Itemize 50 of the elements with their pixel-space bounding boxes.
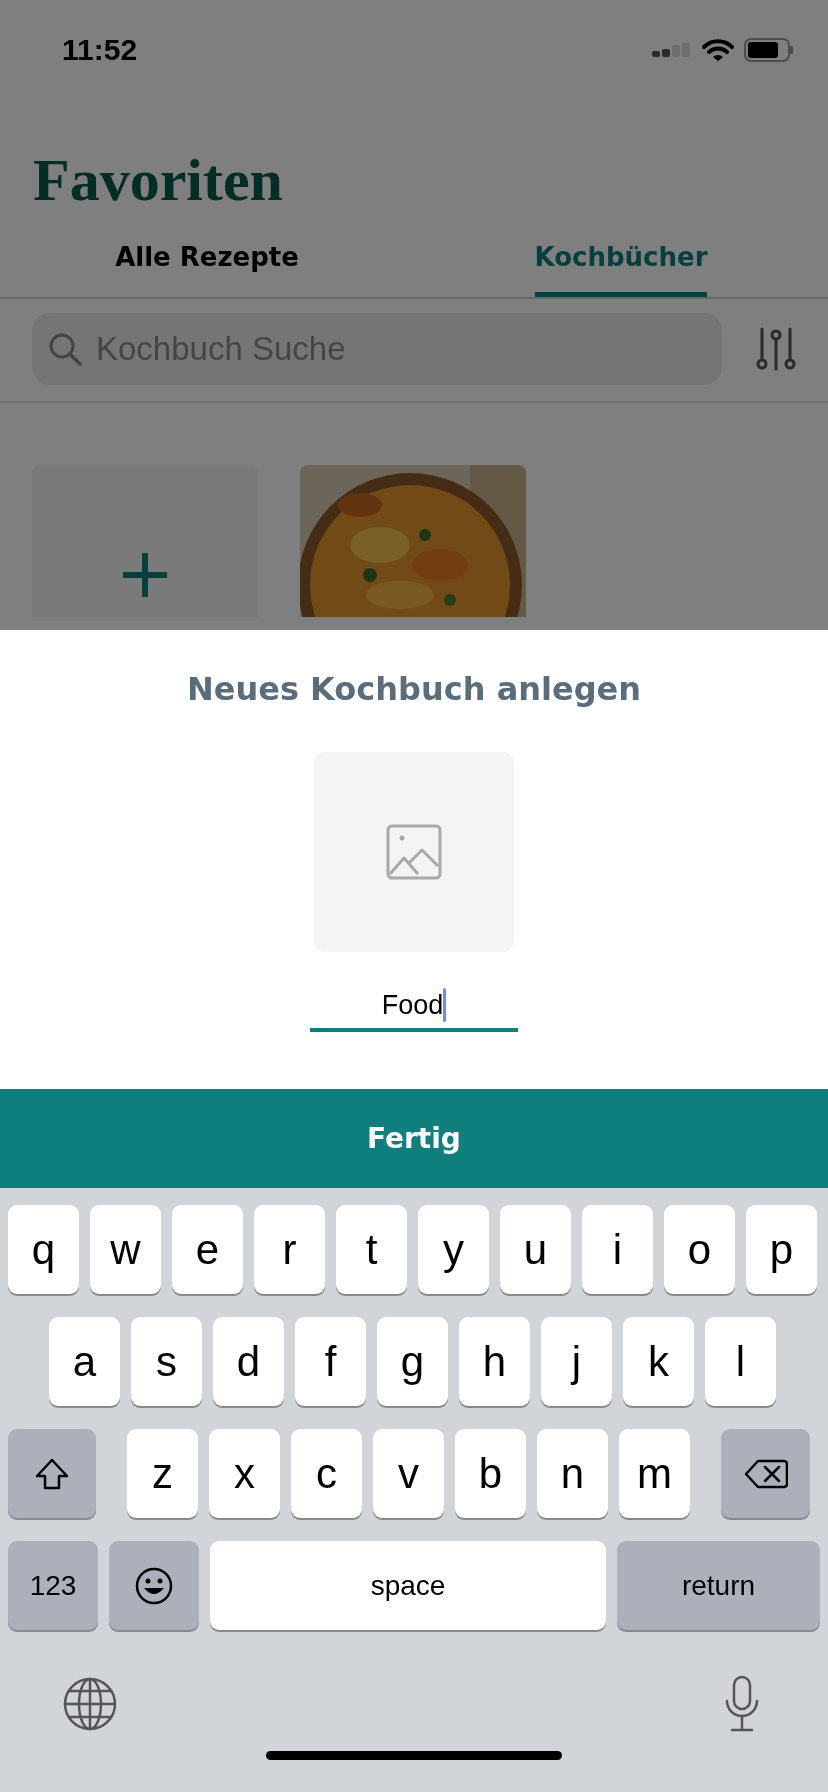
microphone-icon[interactable] bbox=[724, 1675, 760, 1733]
keyboard-key[interactable]: t bbox=[336, 1205, 407, 1294]
keyboard-key[interactable]: f bbox=[295, 1317, 366, 1406]
keyboard-key[interactable]: n bbox=[537, 1429, 608, 1518]
keyboard-key[interactable]: j bbox=[541, 1317, 612, 1406]
keyboard-key[interactable]: p bbox=[746, 1205, 817, 1294]
battery-icon bbox=[744, 38, 794, 62]
emoji-key[interactable] bbox=[109, 1541, 199, 1630]
shift-icon bbox=[34, 1456, 70, 1491]
keyboard-key[interactable]: a bbox=[49, 1317, 120, 1406]
wifi-icon bbox=[702, 38, 734, 62]
return-key[interactable]: return bbox=[617, 1541, 820, 1630]
space-key[interactable]: space bbox=[210, 1541, 606, 1630]
signal-icon bbox=[652, 43, 692, 57]
keyboard-key[interactable]: q bbox=[8, 1205, 79, 1294]
keyboard-key[interactable]: z bbox=[127, 1429, 198, 1518]
keyboard-key[interactable]: x bbox=[209, 1429, 280, 1518]
keyboard-key[interactable]: u bbox=[500, 1205, 571, 1294]
sheet-title: Neues Kochbuch anlegen bbox=[186, 670, 642, 708]
plus-icon bbox=[121, 551, 169, 599]
backspace-icon bbox=[743, 1458, 788, 1489]
status-time: 11:52 bbox=[62, 33, 138, 67]
image-icon bbox=[386, 824, 442, 880]
keyboard-key[interactable]: m bbox=[619, 1429, 690, 1518]
backspace-key[interactable] bbox=[721, 1429, 810, 1518]
name-input-field[interactable]: Food bbox=[310, 982, 518, 1032]
keyboard-key[interactable]: l bbox=[705, 1317, 776, 1406]
keyboard-key[interactable]: s bbox=[131, 1317, 202, 1406]
keyboard-key[interactable]: k bbox=[623, 1317, 694, 1406]
globe-icon[interactable] bbox=[62, 1676, 118, 1732]
keyboard-key[interactable]: y bbox=[418, 1205, 489, 1294]
numbers-key[interactable]: 123 bbox=[8, 1541, 98, 1630]
keyboard-key[interactable]: h bbox=[459, 1317, 530, 1406]
keyboard-key[interactable]: r bbox=[254, 1205, 325, 1294]
keyboard-key[interactable]: v bbox=[373, 1429, 444, 1518]
smiley-icon bbox=[134, 1565, 174, 1606]
keyboard-key[interactable]: i bbox=[582, 1205, 653, 1294]
keyboard-key[interactable]: g bbox=[377, 1317, 448, 1406]
shift-key[interactable] bbox=[8, 1429, 96, 1518]
page-title: Favoriten bbox=[33, 146, 283, 215]
keyboard-key[interactable]: c bbox=[291, 1429, 362, 1518]
keyboard-key[interactable]: e bbox=[172, 1205, 243, 1294]
done-button[interactable]: Fertig bbox=[0, 1089, 828, 1188]
filter-icon[interactable] bbox=[756, 327, 796, 371]
text-cursor bbox=[443, 988, 447, 1022]
keyboard-key[interactable]: b bbox=[455, 1429, 526, 1518]
keyboard-key[interactable]: d bbox=[213, 1317, 284, 1406]
keyboard-key[interactable]: w bbox=[90, 1205, 161, 1294]
tab[interactable]: Alle Rezepte bbox=[115, 242, 299, 297]
keyboard-key[interactable]: o bbox=[664, 1205, 735, 1294]
